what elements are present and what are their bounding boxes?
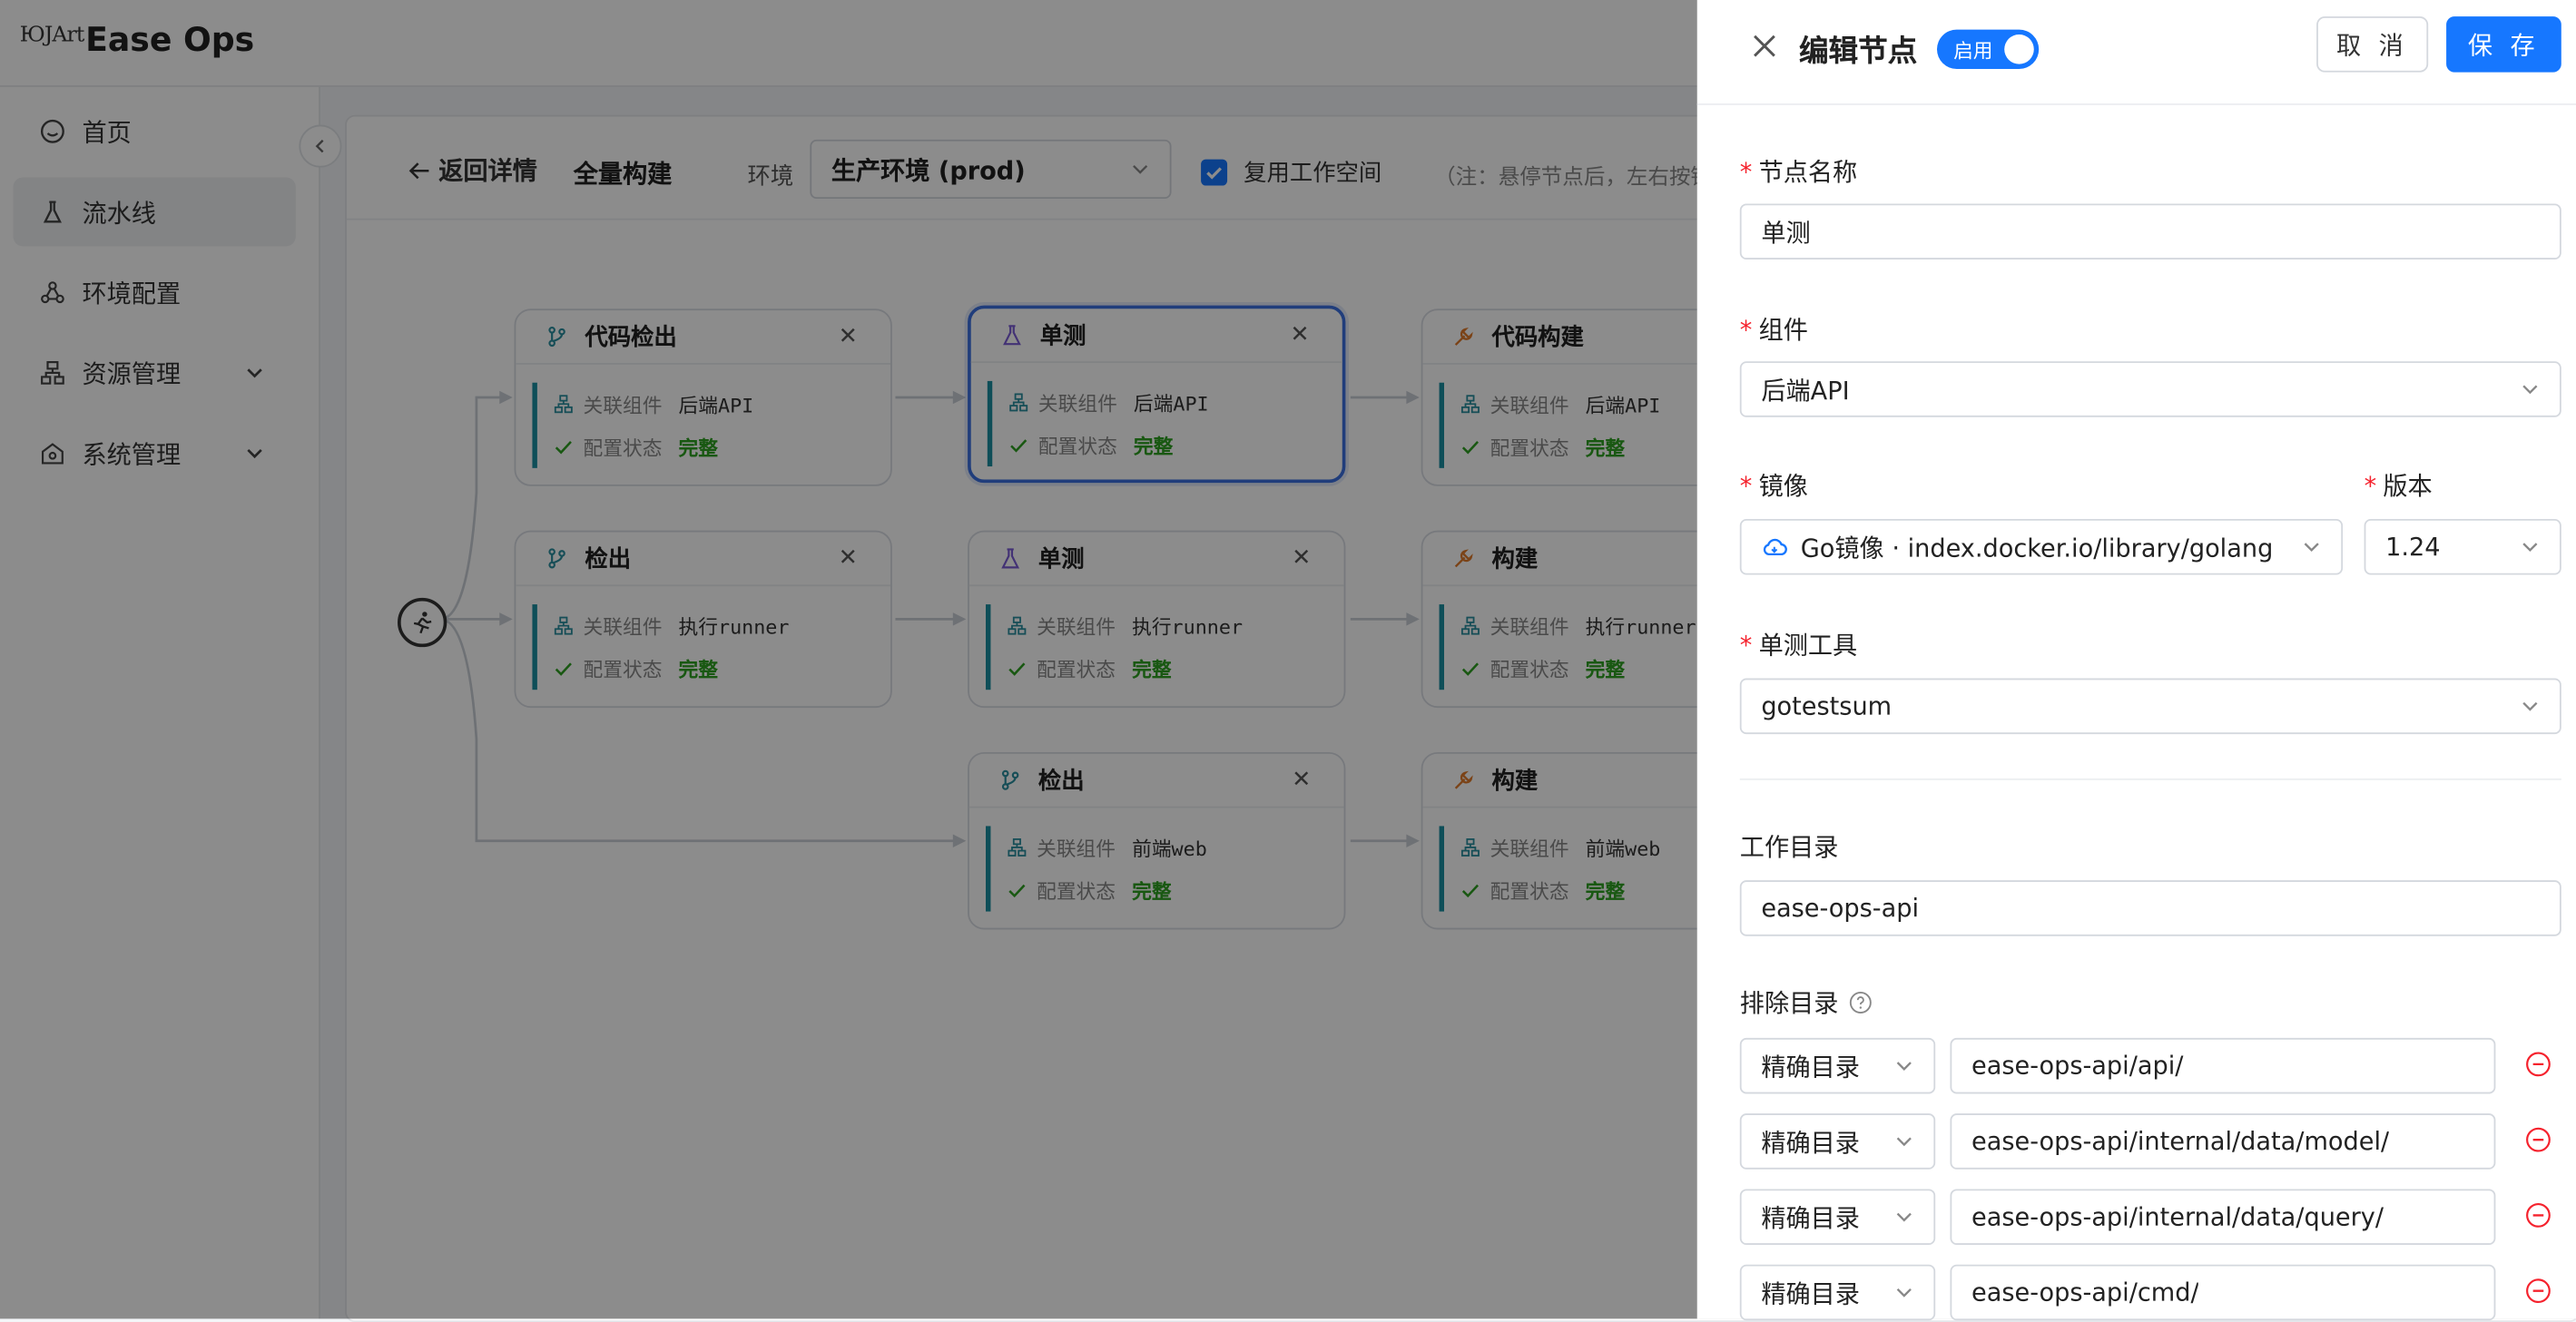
exclude-path-input[interactable]: ease-ops-api/internal/data/model/ — [1950, 1113, 2496, 1170]
screen: ЮJArt Ease Ops 首页 流水线 环境配置 资源管理 系统管理 返回详… — [0, 0, 2576, 1322]
workdir-input[interactable]: ease-ops-api — [1739, 880, 2561, 936]
question-circle-icon[interactable] — [1848, 990, 1873, 1014]
cancel-button[interactable]: 取 消 — [2316, 16, 2429, 73]
node-name-label: * 节点名称 — [1739, 157, 1858, 188]
exclude-mode-value: 精确目录 — [1761, 1127, 1860, 1158]
workdir-label: 工作目录 — [1739, 832, 1839, 863]
workdir-value: ease-ops-api — [1761, 893, 1920, 924]
chevron-down-icon — [2304, 543, 2319, 553]
edit-node-drawer: 编辑节点 启用 取 消 保 存 * 节点名称 单测 * 组件 后端API * 镜像 G… — [1696, 0, 2576, 1321]
test-tool-value: gotestsum — [1761, 691, 1893, 721]
exclude-path-value: ease-ops-api/api/ — [1971, 1051, 2184, 1081]
exclude-path-value: ease-ops-api/cmd/ — [1971, 1278, 2199, 1307]
chevron-down-icon — [2522, 701, 2538, 711]
version-value: 1.24 — [2385, 532, 2441, 563]
remove-circle-icon[interactable] — [2525, 1127, 2551, 1153]
cloud-icon — [1763, 538, 1787, 556]
test-tool-label: * 单测工具 — [1739, 631, 1858, 661]
version-label: * 版本 — [2364, 471, 2433, 502]
test-tool-select[interactable]: gotestsum — [1739, 678, 2561, 735]
node-name-value: 单测 — [1761, 217, 1811, 248]
chevron-down-icon — [1896, 1137, 1912, 1147]
node-name-input[interactable]: 单测 — [1739, 203, 2561, 260]
image-label: * 镜像 — [1739, 471, 1808, 502]
drawer-title: 编辑节点 — [1798, 34, 1918, 70]
toggle-knob — [2004, 34, 2034, 64]
remove-circle-icon[interactable] — [2525, 1278, 2551, 1304]
drawer-header: 编辑节点 启用 取 消 保 存 — [1696, 0, 2576, 105]
exclude-mode-select[interactable]: 精确目录 — [1739, 1189, 1936, 1245]
component-select[interactable]: 后端API — [1739, 361, 2561, 417]
chevron-down-icon — [1896, 1212, 1912, 1222]
component-value: 后端API — [1761, 375, 1850, 406]
exclude-mode-value: 精确目录 — [1761, 1202, 1860, 1233]
remove-circle-icon[interactable] — [2525, 1051, 2551, 1077]
exclude-path-value: ease-ops-api/internal/data/model/ — [1971, 1126, 2390, 1157]
toggle-label: 启用 — [1953, 38, 1993, 62]
chevron-down-icon — [2522, 543, 2538, 553]
remove-circle-icon[interactable] — [2525, 1202, 2551, 1229]
app-root: ЮJArt Ease Ops 首页 流水线 环境配置 资源管理 系统管理 返回详… — [0, 0, 2576, 1322]
save-button[interactable]: 保 存 — [2446, 16, 2561, 73]
exclude-mode-value: 精确目录 — [1761, 1278, 1860, 1308]
exclude-mode-select[interactable]: 精确目录 — [1739, 1264, 1936, 1321]
enable-toggle[interactable]: 启用 — [1936, 29, 2040, 70]
component-label: * 组件 — [1739, 315, 1808, 346]
chevron-down-icon — [1896, 1288, 1912, 1298]
image-select[interactable]: Go镜像 · index.docker.io/library/golang — [1739, 518, 2344, 575]
exclude-path-input[interactable]: ease-ops-api/internal/data/query/ — [1950, 1189, 2496, 1245]
image-value: Go镜像 · index.docker.io/library/golang — [1800, 533, 2274, 563]
close-icon[interactable] — [1750, 31, 1780, 61]
exclude-mode-value: 精确目录 — [1761, 1052, 1860, 1082]
exclude-mode-select[interactable]: 精确目录 — [1739, 1113, 1936, 1170]
chevron-down-icon — [1896, 1062, 1912, 1071]
chevron-down-icon — [2522, 385, 2538, 395]
exclude-label: 排除目录 — [1740, 985, 1873, 1020]
exclude-path-input[interactable]: ease-ops-api/cmd/ — [1950, 1264, 2496, 1321]
exclude-mode-select[interactable]: 精确目录 — [1739, 1037, 1936, 1094]
section-divider — [1739, 778, 2561, 780]
exclude-path-value: ease-ops-api/internal/data/query/ — [1971, 1201, 2384, 1232]
exclude-path-input[interactable]: ease-ops-api/api/ — [1950, 1037, 2496, 1094]
version-select[interactable]: 1.24 — [2364, 518, 2561, 575]
